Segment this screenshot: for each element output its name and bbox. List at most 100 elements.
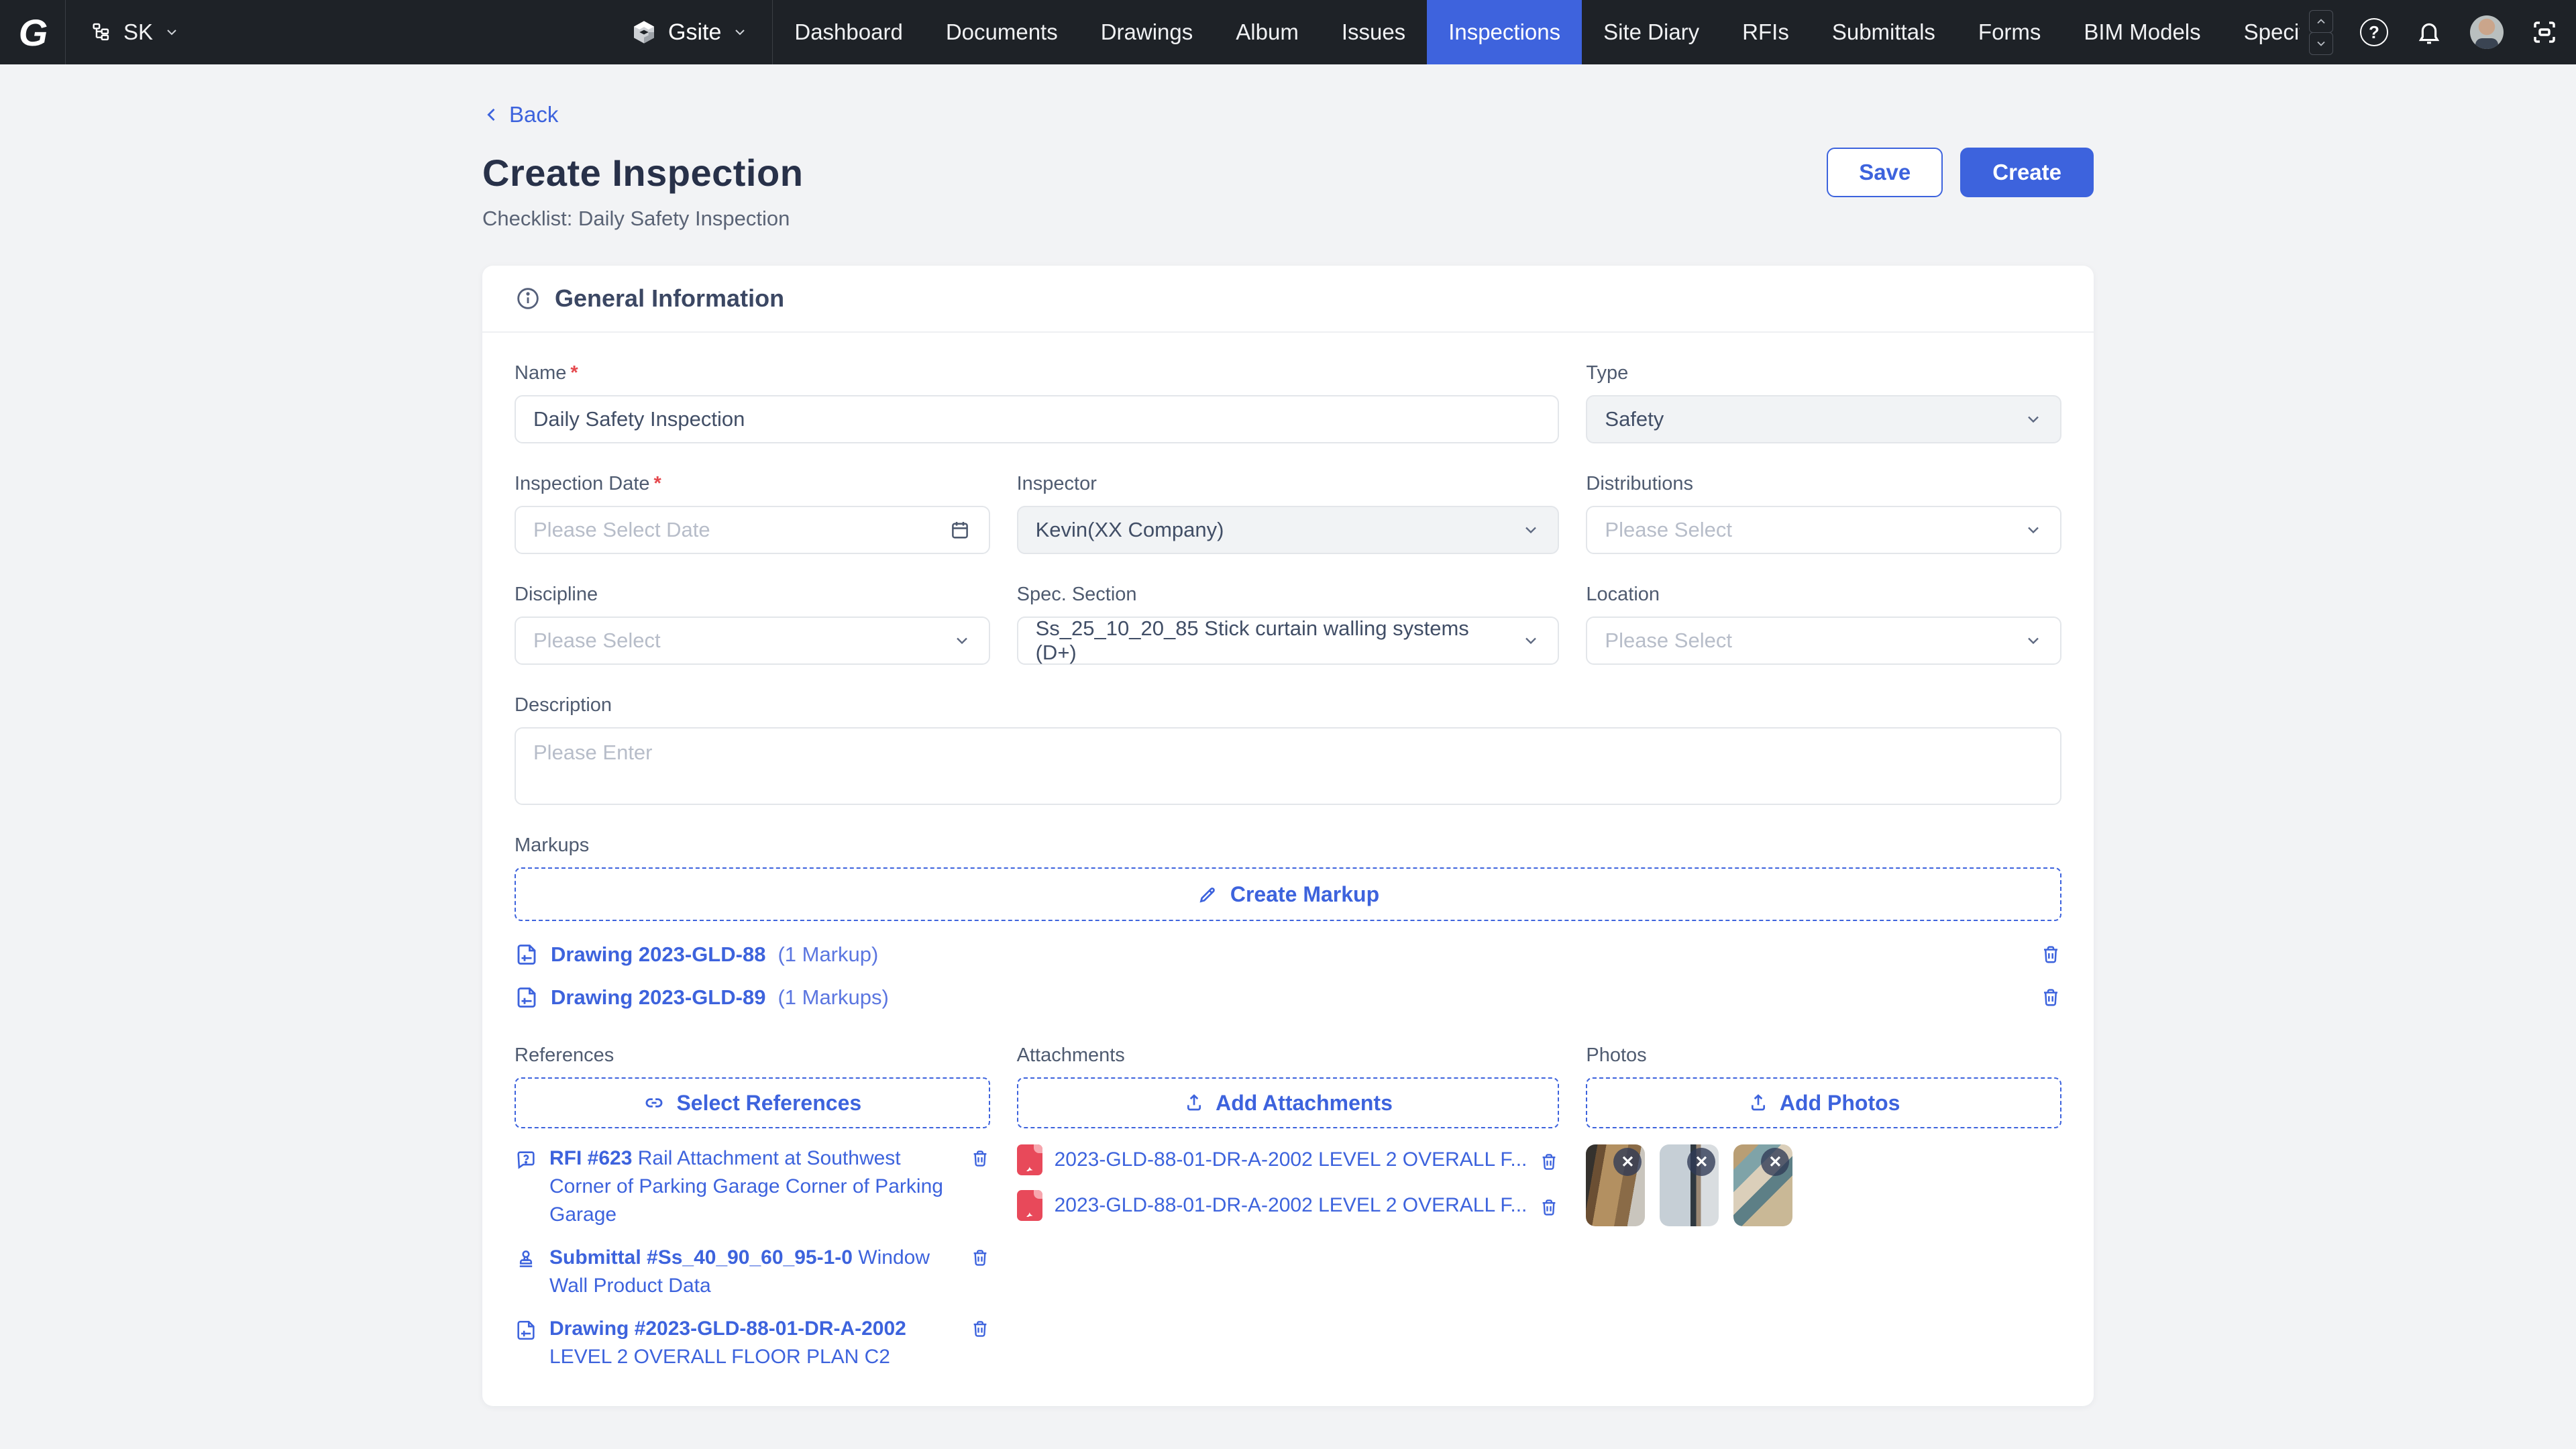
photos-label: Photos xyxy=(1586,1044,1646,1067)
add-attachments-label: Add Attachments xyxy=(1216,1091,1393,1116)
spec-section-field: Spec. Section Ss_25_10_20_85 Stick curta… xyxy=(1017,584,1560,665)
nav-item-inspections[interactable]: Inspections xyxy=(1427,0,1582,64)
checklist-subtitle: Checklist: Daily Safety Inspection xyxy=(482,207,2094,231)
description-textarea[interactable]: Please Enter xyxy=(515,727,2061,805)
reference-link[interactable]: Submittal #Ss_40_90_60_95-1-0 Window Wal… xyxy=(549,1244,958,1300)
nav-item-dashboard[interactable]: Dashboard xyxy=(773,0,924,64)
markup-drawing-link[interactable]: Drawing 2023-GLD-88 xyxy=(551,943,765,967)
distributions-select[interactable]: Please Select xyxy=(1586,506,2061,554)
location-label: Location xyxy=(1586,584,1660,606)
spec-section-label: Spec. Section xyxy=(1017,584,1137,606)
spec-section-select[interactable]: Ss_25_10_20_85 Stick curtain walling sys… xyxy=(1017,616,1560,665)
remove-photo-icon[interactable]: ✕ xyxy=(1687,1148,1715,1176)
photo-thumbnail[interactable]: ✕ xyxy=(1660,1144,1719,1226)
attachment-link[interactable]: 2023-GLD-88-01-DR-A-2002 LEVEL 2 OVERALL… xyxy=(1055,1194,1527,1217)
discipline-select[interactable]: Please Select xyxy=(515,616,990,665)
location-placeholder: Please Select xyxy=(1605,629,1732,653)
markup-row: Drawing 2023-GLD-88 (1 Markup) xyxy=(515,937,2061,972)
trash-icon[interactable] xyxy=(970,1248,990,1300)
photos-section: Photos Add Photos ✕ xyxy=(1586,1044,2061,1371)
add-photos-button[interactable]: Add Photos xyxy=(1586,1077,2061,1128)
inspector-select[interactable]: Kevin(XX Company) xyxy=(1017,506,1560,554)
nav-scroll-up-button[interactable] xyxy=(2309,10,2333,33)
nav-overflow-scroller xyxy=(2309,10,2333,55)
required-asterisk: * xyxy=(654,473,661,495)
nav-item-drawings[interactable]: Drawings xyxy=(1079,0,1215,64)
spec-section-value: Ss_25_10_20_85 Stick curtain walling sys… xyxy=(1036,616,1511,665)
location-select[interactable]: Please Select xyxy=(1586,616,2061,665)
nav-item-forms[interactable]: Forms xyxy=(1957,0,2063,64)
trash-icon[interactable] xyxy=(2040,944,2061,965)
attachments-label: Attachments xyxy=(1017,1044,1125,1067)
nav-item-site-diary[interactable]: Site Diary xyxy=(1582,0,1721,64)
workspace-label: SK xyxy=(123,19,153,45)
type-select[interactable]: Safety xyxy=(1586,395,2061,443)
nav-item-album[interactable]: Album xyxy=(1214,0,1320,64)
trash-icon[interactable] xyxy=(970,1148,990,1229)
chevron-left-icon xyxy=(482,105,501,124)
notifications-bell-icon[interactable] xyxy=(2415,18,2443,46)
nav-item-rfis[interactable]: RFIs xyxy=(1721,0,1811,64)
reference-item: RFI #623 Rail Attachment at Southwest Co… xyxy=(515,1144,990,1229)
inspector-field: Inspector Kevin(XX Company) xyxy=(1017,473,1560,554)
remove-photo-icon[interactable]: ✕ xyxy=(1761,1148,1789,1176)
nav-right-controls: ? xyxy=(2300,10,2576,55)
add-attachments-button[interactable]: Add Attachments xyxy=(1017,1077,1560,1128)
save-button[interactable]: Save xyxy=(1827,148,1943,197)
trash-icon[interactable] xyxy=(1539,1197,1559,1218)
trash-icon[interactable] xyxy=(970,1319,990,1371)
product-switcher[interactable]: Gsite xyxy=(606,19,772,46)
chevron-down-icon xyxy=(2024,521,2043,539)
name-input[interactable]: Daily Safety Inspection xyxy=(515,395,1559,443)
create-button[interactable]: Create xyxy=(1960,148,2094,197)
attachments-section: Attachments Add Attachments xyxy=(1017,1044,1560,1371)
back-link[interactable]: Back xyxy=(482,102,558,127)
type-label: Type xyxy=(1586,362,1628,384)
nav-item-specifications[interactable]: Specifications xyxy=(2222,0,2300,64)
reference-link[interactable]: Drawing #2023-GLD-88-01-DR-A-2002 LEVEL … xyxy=(549,1315,958,1371)
nav-item-submittals[interactable]: Submittals xyxy=(1811,0,1957,64)
select-references-button[interactable]: Select References xyxy=(515,1077,990,1128)
reference-item: Submittal #Ss_40_90_60_95-1-0 Window Wal… xyxy=(515,1244,990,1300)
markup-row: Drawing 2023-GLD-89 (1 Markups) xyxy=(515,980,2061,1015)
nav-item-issues[interactable]: Issues xyxy=(1320,0,1427,64)
distributions-field: Distributions Please Select xyxy=(1586,473,2061,554)
nav-scroll-down-button[interactable] xyxy=(2309,32,2333,55)
workspace-switcher[interactable]: SK xyxy=(66,19,606,45)
remove-photo-icon[interactable]: ✕ xyxy=(1613,1148,1642,1176)
rfi-question-bubble-icon xyxy=(515,1148,537,1229)
chevron-down-icon xyxy=(732,24,748,40)
markups-section: Markups Create Markup xyxy=(515,835,2061,1015)
reference-link[interactable]: RFI #623 Rail Attachment at Southwest Co… xyxy=(549,1144,958,1229)
photo-thumbnail[interactable]: ✕ xyxy=(1586,1144,1645,1226)
description-label: Description xyxy=(515,694,612,716)
create-markup-button[interactable]: Create Markup xyxy=(515,867,2061,921)
nav-item-documents[interactable]: Documents xyxy=(924,0,1079,64)
back-label: Back xyxy=(509,102,558,127)
inspector-label: Inspector xyxy=(1017,473,1097,495)
name-label: Name xyxy=(515,362,566,384)
discipline-label: Discipline xyxy=(515,584,598,606)
inspection-date-input[interactable]: Please Select Date xyxy=(515,506,990,554)
help-icon[interactable]: ? xyxy=(2360,18,2388,46)
attachment-link[interactable]: 2023-GLD-88-01-DR-A-2002 LEVEL 2 OVERALL… xyxy=(1055,1148,1527,1171)
markups-label: Markups xyxy=(515,835,589,857)
trash-icon[interactable] xyxy=(1539,1152,1559,1172)
calendar-icon xyxy=(949,519,971,541)
inspection-date-field: Inspection Date* Please Select Date xyxy=(515,473,990,554)
trash-icon[interactable] xyxy=(2040,987,2061,1008)
fullscreen-icon[interactable] xyxy=(2530,18,2559,46)
sitemap-icon xyxy=(90,21,113,44)
chevron-down-icon xyxy=(953,631,971,650)
markup-drawing-link[interactable]: Drawing 2023-GLD-89 xyxy=(551,985,765,1010)
gsite-logo-icon xyxy=(631,19,657,46)
main-nav-menu: Dashboard Documents Drawings Album Issue… xyxy=(773,0,2300,64)
user-avatar[interactable] xyxy=(2470,15,2504,49)
app-logo-letter: G xyxy=(19,11,47,54)
type-field: Type Safety xyxy=(1586,362,2061,443)
photo-thumbnail[interactable]: ✕ xyxy=(1733,1144,1792,1226)
create-markup-label: Create Markup xyxy=(1230,882,1379,907)
chevron-down-icon xyxy=(2024,631,2043,650)
nav-item-bim-models[interactable]: BIM Models xyxy=(2062,0,2222,64)
section-title: General Information xyxy=(555,284,784,313)
